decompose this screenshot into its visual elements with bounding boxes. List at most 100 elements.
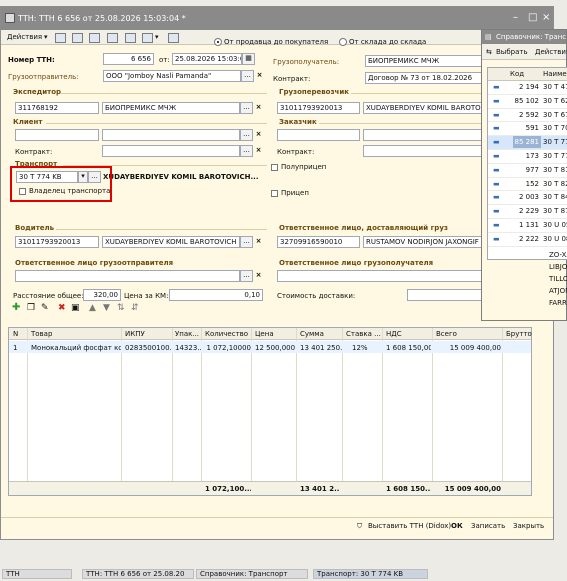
move-up-icon[interactable]: ▲ <box>89 304 96 313</box>
save-button[interactable]: Записать <box>471 522 505 531</box>
didox-button[interactable]: Выставить ТТН (Didox) <box>368 522 451 531</box>
contract-field[interactable]: Договор № 73 от 18.02.2026 <box>365 72 482 84</box>
consignee-field[interactable]: БИОПРЕМИКС МЧЖ <box>365 55 482 67</box>
list-item[interactable]: ▬ 173 30 T 779 <box>488 150 567 164</box>
refresh-icon[interactable] <box>89 33 100 43</box>
help-icon[interactable] <box>168 33 179 43</box>
client-contract-clear-icon[interactable]: × <box>253 145 264 157</box>
sender-person-clear-icon[interactable]: × <box>253 270 264 282</box>
forwarder-name-field[interactable]: БИОПРЕМИКС МЧЖ <box>102 102 240 114</box>
picker-select-button[interactable]: Выбрать <box>496 48 528 57</box>
client-select-button[interactable]: ... <box>240 129 253 141</box>
client-inn-field[interactable] <box>15 129 99 141</box>
sort-desc-icon[interactable]: ⇵ <box>131 304 139 313</box>
goods-table[interactable]: N Товар ИКПУ Упак... Количество Цена Сум… <box>8 327 532 496</box>
list-item-selected[interactable]: ▬ 85 28130 T 774 <box>488 136 567 150</box>
calendar-icon[interactable]: ▦ <box>242 53 255 65</box>
report-icon[interactable] <box>125 33 136 43</box>
col-goods[interactable]: Товар <box>31 330 52 339</box>
col-vat[interactable]: НДС <box>386 330 402 339</box>
number-field[interactable]: 6 656 <box>103 53 154 65</box>
client-contract-field[interactable] <box>102 145 240 157</box>
receiver-person-field[interactable] <box>277 270 502 282</box>
sort-asc-icon[interactable]: ⇅ <box>117 304 125 313</box>
taskbar-tab-active[interactable]: Транспорт: 30 T 774 KB <box>313 569 428 579</box>
list-item[interactable]: ▬ 977 30 T 811 <box>488 164 567 178</box>
minimize-icon[interactable]: – <box>513 13 518 23</box>
distance-field[interactable]: 320,00 <box>83 289 121 301</box>
list-item[interactable]: ▬ 85 10230 T 621 <box>488 95 567 109</box>
carrier-inn-field[interactable]: 31011793920013 <box>277 102 360 114</box>
picker-col-name[interactable]: Наимено... <box>543 70 567 79</box>
customer-name-field[interactable] <box>363 129 482 141</box>
close-icon[interactable]: × <box>542 13 550 23</box>
carrier-name-field[interactable]: XUDAYBERDIYEV KOMIL BAROTO... <box>363 102 482 114</box>
client-name-field[interactable] <box>102 129 240 141</box>
picker-table[interactable]: Код Наимено... ▬2 19430 T 478 ▬85 10230 … <box>487 67 567 260</box>
col-ikpu[interactable]: ИКПУ <box>125 330 145 339</box>
list-item[interactable]: ▬ 2 003 30 T 844 <box>488 191 567 206</box>
forwarder-select-button[interactable]: ... <box>240 102 253 114</box>
col-sum[interactable]: Сумма <box>300 330 324 339</box>
col-gross[interactable]: Брутто <box>506 330 532 339</box>
driver-name-field[interactable]: XUDAYBERDIYEV KOMIL BAROTOVICH <box>102 236 240 248</box>
client-contract-select-button[interactable]: ... <box>240 145 253 157</box>
sender-person-select-button[interactable]: ... <box>240 270 253 282</box>
col-price[interactable]: Цена <box>255 330 274 339</box>
client-clear-icon[interactable]: × <box>253 129 264 141</box>
list-item[interactable]: ▬ 2 592 30 T 678 <box>488 109 567 123</box>
edit-row-icon[interactable]: ✎ <box>41 304 49 313</box>
col-pack[interactable]: Упак... <box>175 330 199 339</box>
dropdown-icon[interactable]: ▾ <box>44 33 48 42</box>
responsible-inn-field[interactable]: 32709916590010 <box>277 236 360 248</box>
go-icon[interactable] <box>142 33 153 43</box>
radio-from-seller[interactable] <box>214 38 222 46</box>
price-per-km-field[interactable]: 0,10 <box>169 289 263 301</box>
print-icon[interactable] <box>107 33 118 43</box>
trailer-checkbox[interactable] <box>271 190 278 197</box>
col-total[interactable]: Всего <box>436 330 457 339</box>
driver-inn-field[interactable]: 31011793920013 <box>15 236 99 248</box>
copy-icon[interactable] <box>72 33 83 43</box>
col-rate[interactable]: Ставка ... <box>346 330 381 339</box>
customer-contract-field[interactable] <box>363 145 482 157</box>
ok-button[interactable]: ОК <box>451 522 463 531</box>
taskbar-tab[interactable]: ТТН <box>2 569 72 579</box>
list-item[interactable]: ▬ 152 30 T 826 <box>488 178 567 192</box>
close-button[interactable]: Закрыть <box>513 522 544 531</box>
forwarder-inn-field[interactable]: 311768192 <box>15 102 99 114</box>
col-n[interactable]: N <box>13 330 18 339</box>
date-field[interactable]: 25.08.2026 15:03:04 <box>172 53 242 65</box>
finish-edit-icon[interactable]: ▣ <box>71 304 80 313</box>
move-down-icon[interactable]: ▼ <box>103 304 110 313</box>
actions-menu[interactable]: Действия <box>7 33 42 42</box>
list-item[interactable]: ▬ 591 30 T 702 <box>488 122 567 137</box>
customer-inn-field[interactable] <box>277 129 360 141</box>
driver-select-button[interactable]: ... <box>240 236 253 248</box>
driver-clear-icon[interactable]: × <box>253 236 264 248</box>
col-qty[interactable]: Количество <box>205 330 248 339</box>
add-row-icon[interactable]: ✚ <box>12 303 20 313</box>
list-item[interactable]: ▬ 2 222 30 U 087 <box>488 233 567 247</box>
taskbar-tab[interactable]: Справочник: Транспорт <box>196 569 308 579</box>
picker-actions-menu[interactable]: Действия <box>535 48 567 57</box>
taskbar-tab[interactable]: ТТН: ТТН 6 656 от 25.08.20 <box>82 569 194 579</box>
delete-row-icon[interactable]: ✖ <box>58 304 66 313</box>
radio-from-warehouse[interactable] <box>339 38 347 46</box>
maximize-icon[interactable]: □ <box>528 13 537 23</box>
table-row[interactable]: 1 Монокальций фосфат ко... 0283500100...… <box>9 341 531 353</box>
shipper-clear-icon[interactable]: × <box>254 70 265 82</box>
list-item[interactable]: ▬ 2 194 30 T 478 <box>488 81 567 95</box>
picker-col-code[interactable]: Код <box>510 70 524 79</box>
copy-row-icon[interactable]: ❐ <box>27 304 35 313</box>
shipper-select-button[interactable]: ... <box>241 70 254 82</box>
semitrailer-checkbox[interactable] <box>271 164 278 171</box>
list-item[interactable]: ▬ 1 131 30 U 056 <box>488 219 567 233</box>
responsible-name-field[interactable]: RUSTAMOV NODIRJON JAXONGIF <box>363 236 482 248</box>
list-item[interactable]: ▬ 2 229 30 T 876 <box>488 205 567 219</box>
more-dropdown-icon[interactable]: ▾ <box>155 33 159 42</box>
save-icon[interactable] <box>55 33 66 43</box>
shipper-field[interactable]: ООО "Jomboy Nasli Pamanda" <box>103 70 241 82</box>
sender-person-field[interactable] <box>15 270 240 282</box>
forwarder-clear-icon[interactable]: × <box>253 102 264 114</box>
